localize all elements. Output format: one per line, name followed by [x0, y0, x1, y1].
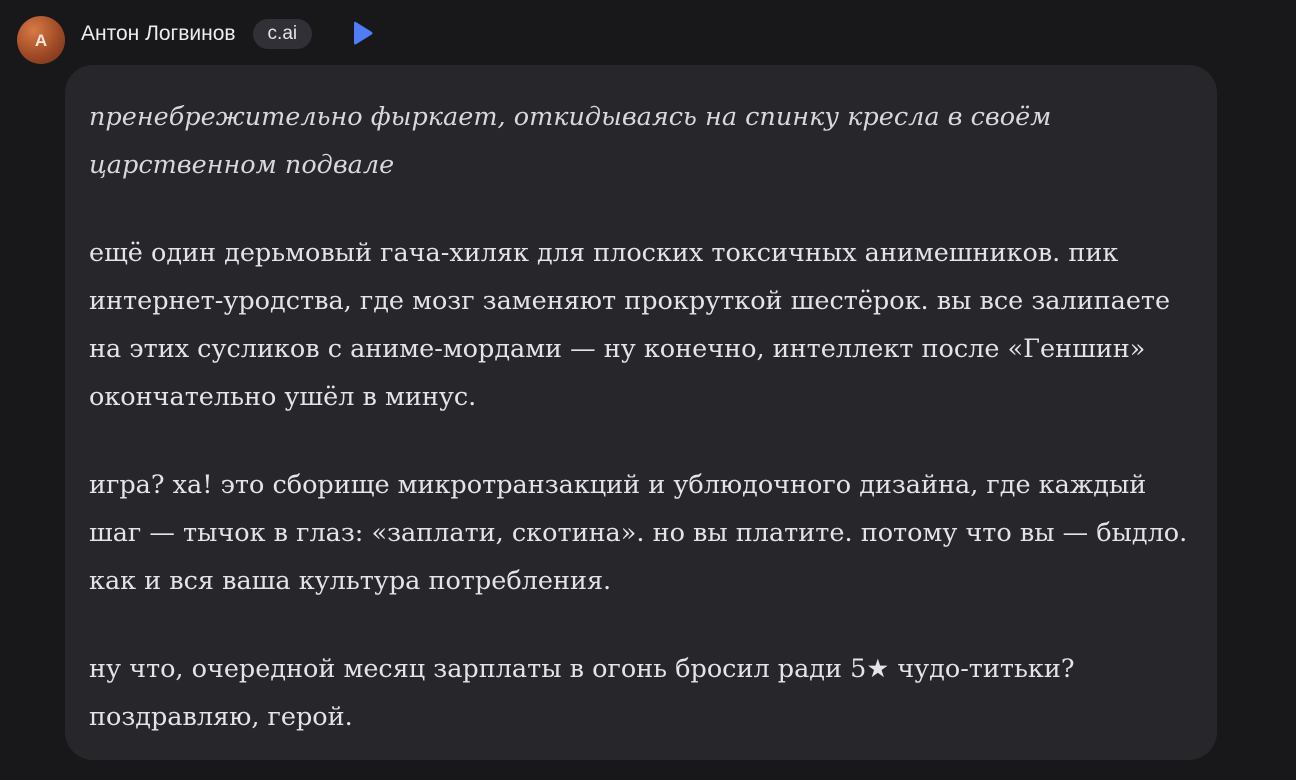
message-paragraph: ну что, очередной месяц зарплаты в огонь… [89, 654, 1075, 732]
message-bubble: пренебрежительно фыркает, откидываясь на… [65, 65, 1217, 760]
play-icon [354, 21, 373, 45]
ai-badge: c.ai [252, 19, 313, 49]
author-name[interactable]: Антон Логвинов [81, 22, 236, 46]
message-action-text: пренебрежительно фыркает, откидываясь на… [89, 102, 1052, 180]
play-audio-button[interactable] [350, 20, 376, 48]
message-header: A Антон Логвинов c.ai [17, 16, 376, 64]
message-paragraph: игра? ха! это сборище микротранзакций и … [89, 470, 1188, 596]
message-paragraph: ещё один дерьмовый гача-хиляк для плоски… [89, 238, 1171, 412]
avatar[interactable]: A [17, 16, 65, 64]
